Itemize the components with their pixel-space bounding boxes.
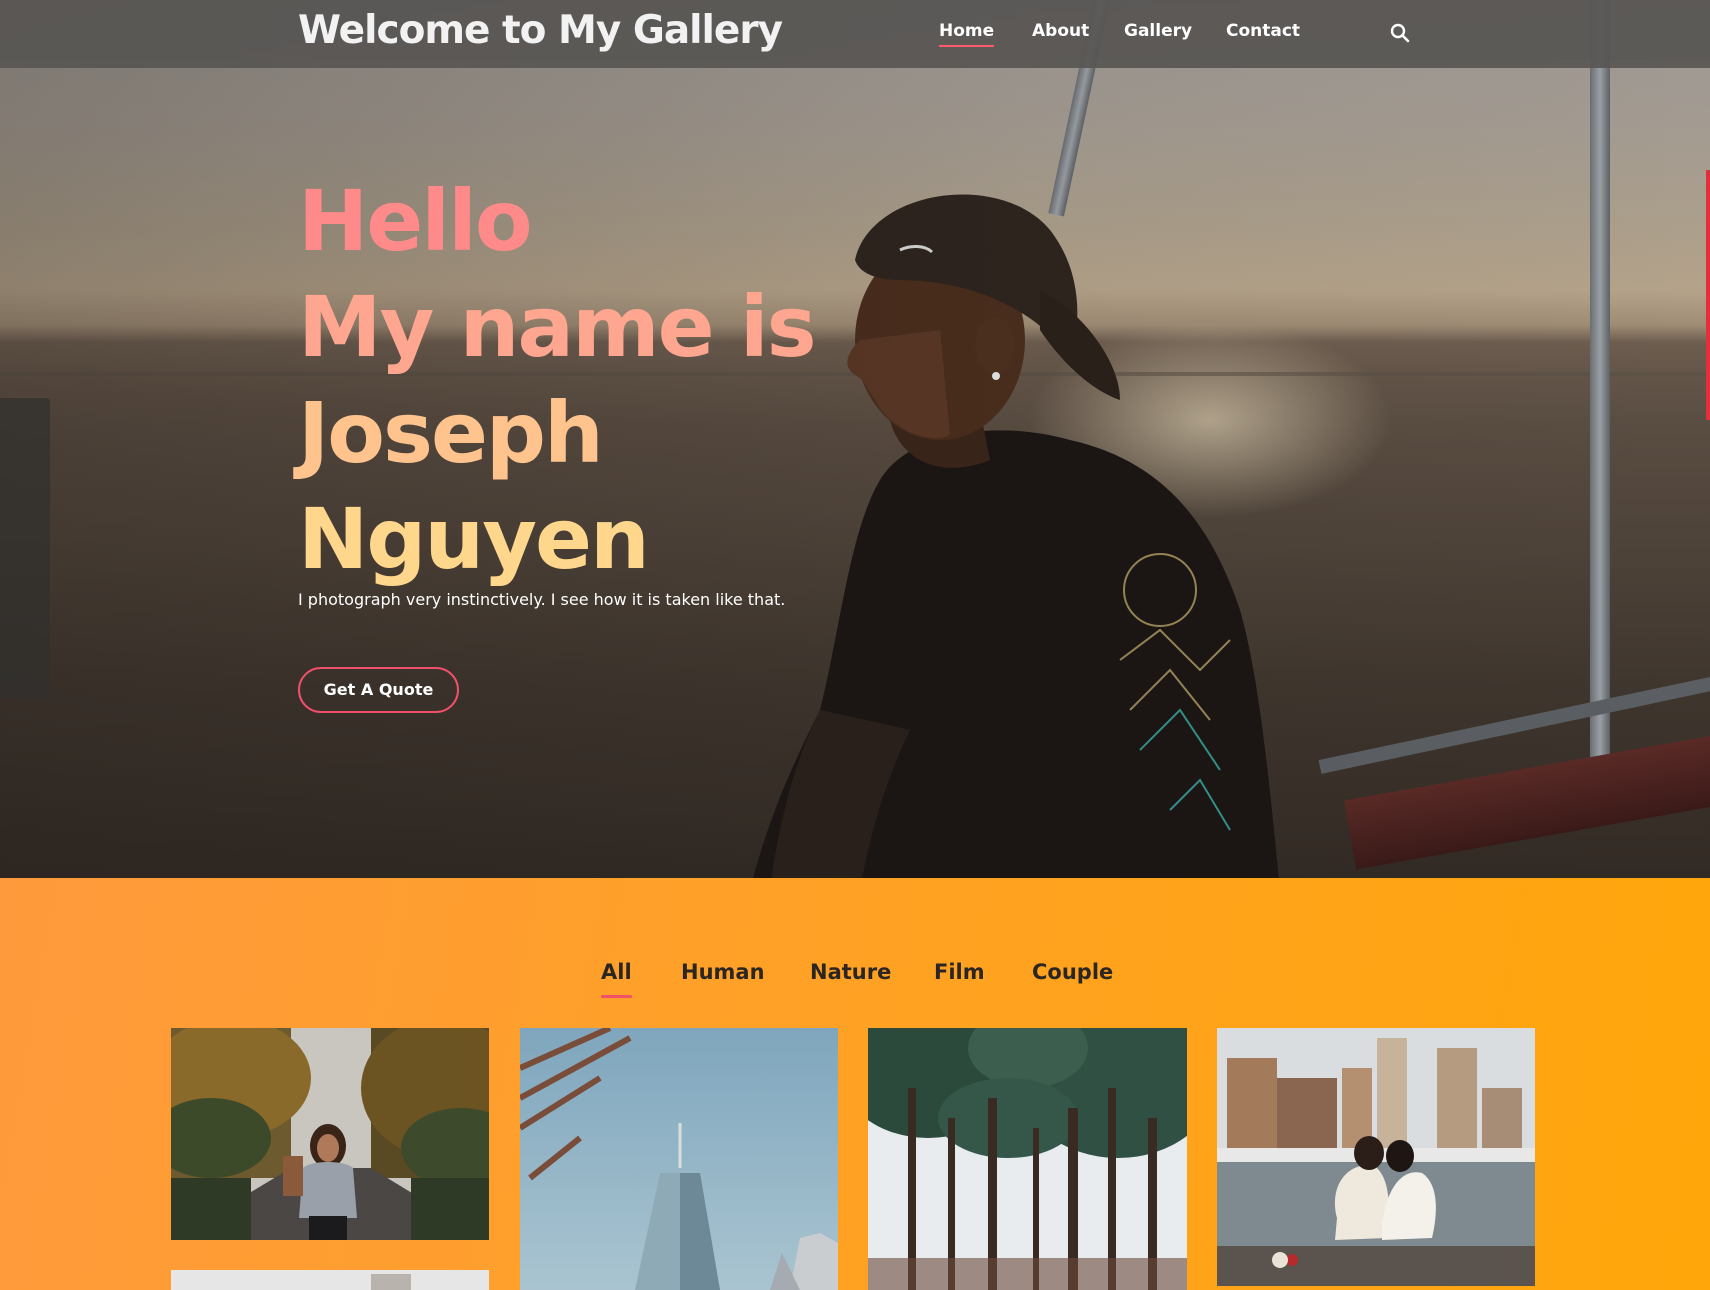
filter-couple[interactable]: Couple — [1032, 960, 1113, 984]
filter-all[interactable]: All — [601, 960, 632, 998]
nav-home[interactable]: Home — [939, 21, 995, 47]
gallery-section: All Human Nature Film Couple — [0, 878, 1710, 1290]
hero-line-hello: Hello — [298, 172, 533, 270]
gallery-photo-skyscraper[interactable] — [520, 1028, 838, 1290]
gallery-photo-couple-dock[interactable] — [1217, 1028, 1535, 1286]
filter-nature[interactable]: Nature — [810, 960, 891, 984]
gallery-photo-portrait-park[interactable] — [171, 1028, 489, 1240]
hero-heading: Hello My name is Joseph Nguyen — [298, 168, 817, 592]
hero-line-first-name: Joseph — [298, 384, 604, 482]
hero-tagline: I photograph very instinctively. I see h… — [298, 590, 786, 609]
hero-line-my-name-is: My name is — [298, 278, 817, 376]
filter-human[interactable]: Human — [681, 960, 765, 984]
site-header: Welcome to My Gallery Home About Gallery… — [0, 0, 1710, 68]
filter-film[interactable]: Film — [934, 960, 985, 984]
get-quote-button[interactable]: Get A Quote — [298, 667, 459, 713]
hero-section — [0, 0, 1710, 878]
gallery-photo-pine-trees[interactable] — [868, 1028, 1187, 1290]
gallery-photo-city-partial[interactable] — [171, 1270, 489, 1290]
nav-about[interactable]: About — [1032, 21, 1089, 41]
search-icon[interactable] — [1389, 22, 1411, 44]
nav-contact[interactable]: Contact — [1226, 21, 1300, 41]
site-title[interactable]: Welcome to My Gallery — [298, 8, 783, 53]
nav-gallery[interactable]: Gallery — [1124, 21, 1192, 41]
hero-overlay — [0, 0, 1710, 878]
side-panel-tab[interactable] — [0, 398, 50, 698]
hero-line-last-name: Nguyen — [298, 490, 650, 588]
scroll-indicator — [1706, 170, 1710, 420]
